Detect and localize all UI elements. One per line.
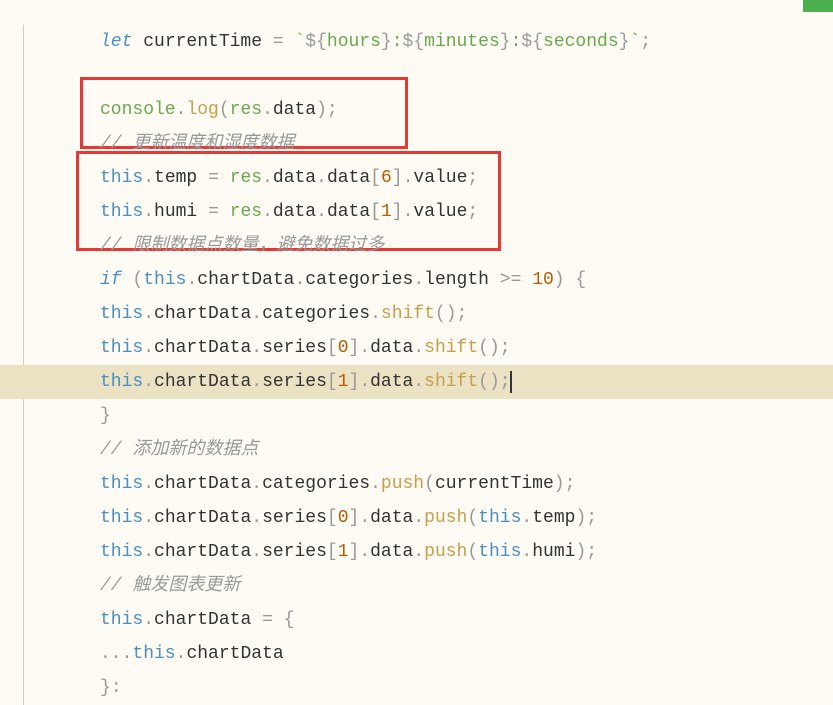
code-line[interactable]: this.chartData = { xyxy=(100,603,833,637)
code-line[interactable]: ...this.chartData xyxy=(100,637,833,671)
code-line[interactable]: let currentTime = `${hours}:${minutes}:$… xyxy=(100,25,833,59)
code-line[interactable]: console.log(res.data); xyxy=(100,93,833,127)
code-line[interactable]: }: xyxy=(100,671,833,705)
code-line[interactable]: this.chartData.categories.push(currentTi… xyxy=(100,467,833,501)
code-line[interactable]: this.humi = res.data.data[1].value; xyxy=(100,195,833,229)
code-line[interactable]: // 触发图表更新 xyxy=(100,569,833,603)
scroll-marker xyxy=(803,0,833,12)
code-line-empty[interactable] xyxy=(100,59,833,93)
code-line[interactable]: } xyxy=(100,399,833,433)
code-line[interactable]: // 限制数据点数量，避免数据过多 xyxy=(100,229,833,263)
text-cursor xyxy=(510,371,512,393)
code-line[interactable]: // 添加新的数据点 xyxy=(100,433,833,467)
code-line[interactable]: if (this.chartData.categories.length >= … xyxy=(100,263,833,297)
code-line-highlighted[interactable]: this.chartData.series[1].data.shift(); xyxy=(0,365,833,399)
code-line[interactable]: this.chartData.series[0].data.shift(); xyxy=(100,331,833,365)
code-line[interactable]: // 更新温度和湿度数据 xyxy=(100,127,833,161)
code-line[interactable]: this.chartData.categories.shift(); xyxy=(100,297,833,331)
code-editor[interactable]: let currentTime = `${hours}:${minutes}:$… xyxy=(0,25,833,705)
code-line[interactable]: this.chartData.series[0].data.push(this.… xyxy=(100,501,833,535)
code-line[interactable]: this.temp = res.data.data[6].value; xyxy=(100,161,833,195)
code-line[interactable]: this.chartData.series[1].data.push(this.… xyxy=(100,535,833,569)
